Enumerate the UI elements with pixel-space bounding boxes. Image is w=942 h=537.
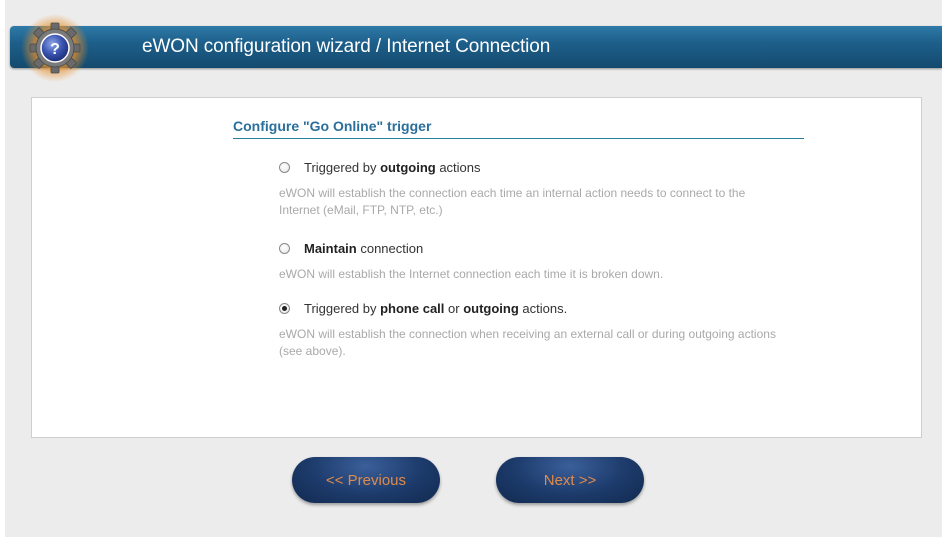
option-description: eWON will establish the connection when … [279, 327, 776, 358]
option-label-mid: or [444, 301, 464, 316]
option-phone-call-or-outgoing[interactable]: Triggered by phone call or outgoing acti… [279, 301, 799, 360]
option-label-strong: outgoing [380, 160, 436, 175]
option-label[interactable]: Triggered by phone call or outgoing acti… [304, 301, 567, 316]
option-label[interactable]: Maintain connection [304, 241, 423, 256]
option-description: eWON will establish the Internet connect… [279, 267, 664, 281]
option-label-strong-2: outgoing [463, 301, 519, 316]
previous-button[interactable]: << Previous [292, 457, 440, 503]
option-label-strong: phone call [380, 301, 445, 316]
option-label[interactable]: Triggered by outgoing actions [304, 160, 481, 175]
option-label-suffix: actions [435, 160, 481, 175]
option-label-suffix: actions. [518, 301, 568, 316]
radio-phone-call-or-outgoing[interactable] [279, 303, 290, 314]
header-title: eWON configuration wizard / Internet Con… [142, 36, 551, 57]
option-description: eWON will establish the connection each … [279, 186, 746, 217]
option-outgoing-actions[interactable]: Triggered by outgoing actions eWON will … [279, 160, 799, 219]
section-title: Configure "Go Online" trigger [233, 118, 804, 139]
radio-outgoing-actions[interactable] [279, 162, 290, 173]
help-gear-graphic: ? [21, 14, 89, 82]
radio-maintain-connection[interactable] [279, 243, 290, 254]
option-maintain-connection[interactable]: Maintain connection eWON will establish … [279, 241, 799, 283]
wizard-header: eWON configuration wizard / Internet Con… [10, 26, 942, 68]
option-label-prefix: Triggered by [304, 301, 381, 316]
help-gear-icon[interactable]: ? [18, 13, 92, 83]
next-button[interactable]: Next >> [496, 457, 644, 503]
svg-text:?: ? [50, 41, 60, 58]
options-panel: Configure "Go Online" trigger Triggered … [31, 97, 922, 438]
option-label-strong: Maintain [304, 241, 357, 256]
option-label-prefix: Triggered by [304, 160, 381, 175]
option-label-suffix: connection [356, 241, 424, 256]
